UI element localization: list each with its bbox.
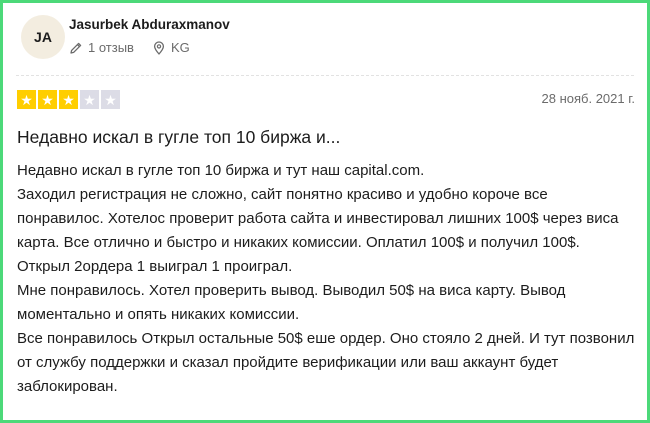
star-rating: ★ ★ ★ ★ ★ [17, 90, 120, 109]
location-pin-icon [153, 40, 165, 55]
reviewer-meta: 1 отзыв KG [69, 40, 202, 55]
pencil-icon [70, 42, 82, 54]
review-paragraph: Открыл 2ордера 1 выиграл 1 проиграл. [17, 258, 293, 275]
review-title[interactable]: Недавно искал в гугле топ 10 биржа и... [17, 127, 637, 148]
star-icon: ★ [101, 90, 120, 109]
reviewer-name[interactable]: Jasurbek Abduraxmanov [69, 17, 230, 32]
star-icon: ★ [38, 90, 57, 109]
reviews-count-text: 1 отзыв [88, 40, 134, 55]
star-icon: ★ [17, 90, 36, 109]
review-card: JA Jasurbek Abduraxmanov 1 отзыв KG ★ ★ ★ ★… [0, 0, 650, 423]
reviewer-header: JA Jasurbek Abduraxmanov 1 отзыв KG [17, 11, 637, 67]
country-text: KG [170, 40, 190, 55]
review-paragraph: Недавно искал в гугле топ 10 биржа и тут… [17, 162, 425, 179]
header-divider [16, 75, 634, 76]
reviews-count: 1 отзыв [69, 40, 134, 55]
reviewer-country: KG [152, 40, 190, 55]
star-icon: ★ [80, 90, 99, 109]
star-icon: ★ [59, 90, 78, 109]
avatar[interactable]: JA [21, 15, 65, 59]
review-paragraph: Все понравилось Открыл остальные 50$ еше… [17, 330, 635, 395]
review-date: 28 нояб. 2021 г. [541, 91, 636, 106]
review-paragraph: Заходил регистрация не сложно, сайт поня… [17, 186, 619, 251]
review-paragraph: Мне понравилось. Хотел проверить вывод. … [17, 282, 566, 323]
review-body: Недавно искал в гугле топ 10 биржа и тут… [17, 159, 637, 399]
